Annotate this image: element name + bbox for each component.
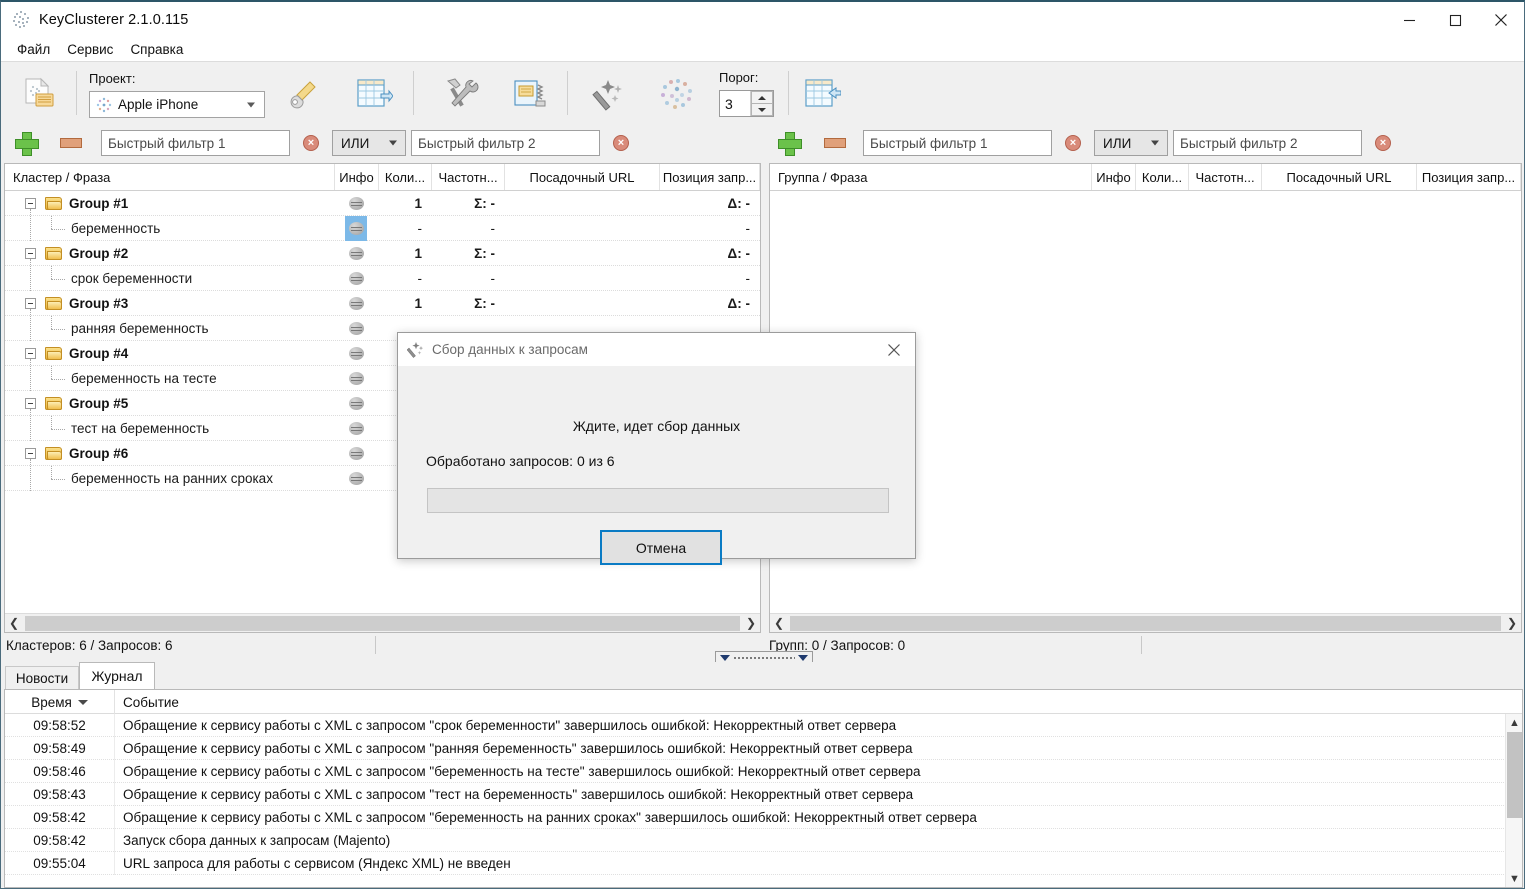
- magic-wand-icon: [406, 341, 424, 358]
- dialog-title: Сбор данных к запросам: [432, 342, 588, 357]
- dialog-close-button[interactable]: [873, 333, 915, 366]
- dialog-progress-text: Обработано запросов: 0 из 6: [426, 453, 615, 469]
- dialog-cancel-button[interactable]: Отмена: [600, 530, 722, 565]
- dialog-title-bar: Сбор данных к запросам: [398, 333, 915, 366]
- application-window: KeyClusterer 2.1.0.115 Файл Сервис Справ…: [0, 0, 1525, 889]
- modal-overlay: Сбор данных к запросам Ждите, идет сбор …: [1, 2, 1524, 888]
- dialog-body: Ждите, идет сбор данных Обработано запро…: [398, 366, 915, 565]
- dialog-progress-bar: [427, 488, 889, 513]
- dialog-message: Ждите, идет сбор данных: [572, 418, 741, 434]
- data-collection-dialog: Сбор данных к запросам Ждите, идет сбор …: [397, 332, 916, 565]
